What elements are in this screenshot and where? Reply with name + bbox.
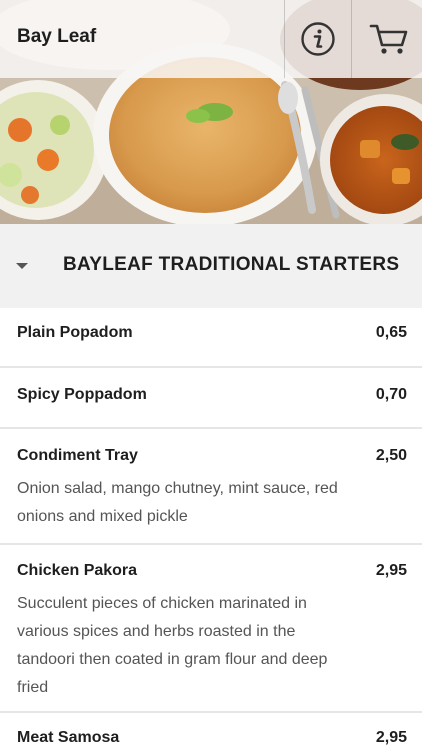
- menu-item[interactable]: Meat Samosa 2,95: [0, 713, 422, 750]
- menu-item[interactable]: Spicy Poppadom 0,70: [0, 368, 422, 429]
- category-title: BAYLEAF TRADITIONAL STARTERS: [63, 254, 400, 275]
- menu-item[interactable]: Condiment Tray 2,50 Onion salad, mango c…: [0, 429, 422, 545]
- cart-icon: [369, 24, 408, 54]
- menu-list: Plain Popadom 0,65 Spicy Poppadom 0,70 C…: [0, 308, 422, 750]
- cart-button[interactable]: [356, 0, 422, 78]
- menu-item[interactable]: Plain Popadom 0,65: [0, 308, 422, 368]
- app-title: Bay Leaf: [17, 26, 97, 47]
- item-description: Onion salad, mango chutney, mint sauce, …: [17, 480, 338, 525]
- item-name: Chicken Pakora: [17, 562, 138, 579]
- toolbar-divider: [351, 0, 352, 78]
- info-button[interactable]: [285, 0, 351, 78]
- top-bar: Bay Leaf: [0, 0, 422, 78]
- item-description: Succulent pieces of chicken marinated in…: [17, 595, 328, 696]
- menu-item[interactable]: Chicken Pakora 2,95 Succulent pieces of …: [0, 545, 422, 713]
- item-price: 2,50: [375, 447, 407, 464]
- caret-down-icon: [16, 263, 28, 269]
- item-name: Meat Samosa: [17, 729, 120, 746]
- item-price: 0,70: [375, 386, 407, 403]
- item-name: Condiment Tray: [17, 447, 138, 464]
- item-price: 0,65: [375, 324, 407, 341]
- category-header[interactable]: BAYLEAF TRADITIONAL STARTERS: [0, 224, 422, 308]
- item-price: 2,95: [375, 562, 407, 579]
- item-name: Plain Popadom: [17, 324, 133, 341]
- item-price: 2,95: [375, 729, 407, 746]
- info-icon: [301, 22, 335, 56]
- item-name: Spicy Poppadom: [17, 386, 147, 403]
